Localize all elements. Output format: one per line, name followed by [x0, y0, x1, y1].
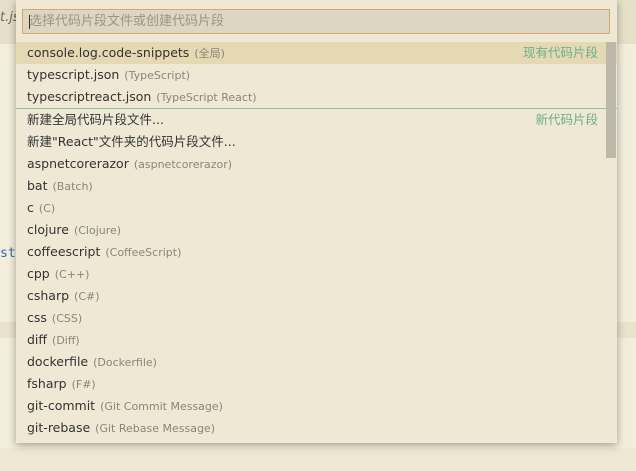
list-item-label: diff: [27, 332, 48, 347]
list-item[interactable]: coffeescript (CoffeeScript): [16, 241, 617, 263]
editor-bottom-band: [0, 448, 636, 471]
list-item-description: (TypeScript): [124, 69, 191, 82]
list-item-label: fsharp: [27, 376, 67, 391]
list-item[interactable]: bat (Batch): [16, 175, 617, 197]
list-item-description: (F#): [71, 378, 96, 391]
list-item-label: coffeescript: [27, 244, 101, 259]
list-item[interactable]: aspnetcorerazor (aspnetcorerazor): [16, 153, 617, 175]
list-item-description: (CoffeeScript): [105, 246, 182, 259]
list-item-label: bat: [27, 178, 48, 193]
list-item-label: 新建"React"文件夹的代码片段文件...: [27, 134, 236, 149]
list-item[interactable]: 新建全局代码片段文件... 新代码片段: [16, 108, 617, 131]
editor-code-fragment: st: [0, 246, 16, 261]
list-item-description: (Git Rebase Message): [95, 422, 215, 435]
list-item[interactable]: console.log.code-snippets (全局) 现有代码片段: [16, 42, 617, 64]
list-item-label: dockerfile: [27, 354, 89, 369]
list-item-description: (Git Commit Message): [100, 400, 223, 413]
list-item[interactable]: dockerfile (Dockerfile): [16, 351, 617, 373]
list-item-label: c: [27, 200, 34, 215]
list-item-label: clojure: [27, 222, 69, 237]
list-item-description: (C): [38, 202, 56, 215]
list-item-label: aspnetcorerazor: [27, 156, 129, 171]
list-group-label: 新代码片段: [535, 112, 598, 127]
list-item-label: typescriptreact.json: [27, 89, 152, 104]
list-scrollbar-thumb[interactable]: [606, 42, 616, 158]
list-item[interactable]: css (CSS): [16, 307, 617, 329]
list-item-description: (Clojure): [73, 224, 122, 237]
list-item-label: csharp: [27, 288, 70, 303]
list-item-description: (aspnetcorerazor): [133, 158, 233, 171]
quick-pick-input[interactable]: [23, 10, 609, 33]
list-item-label: 新建全局代码片段文件...: [27, 112, 164, 127]
list-item[interactable]: fsharp (F#): [16, 373, 617, 395]
list-item[interactable]: cpp (C++): [16, 263, 617, 285]
list-item-description: (C#): [74, 290, 100, 303]
quick-pick-list: console.log.code-snippets (全局) 现有代码片段 types…: [16, 42, 617, 439]
list-item-label: css: [27, 310, 47, 325]
list-item[interactable]: git-rebase (Git Rebase Message): [16, 417, 617, 439]
list-item-label: console.log.code-snippets: [27, 45, 190, 60]
list-item[interactable]: typescriptreact.json (TypeScript React): [16, 86, 617, 108]
list-item[interactable]: git-commit (Git Commit Message): [16, 395, 617, 417]
text-caret: [29, 15, 30, 29]
list-item[interactable]: typescript.json (TypeScript): [16, 64, 617, 86]
list-item[interactable]: 新建"React"文件夹的代码片段文件...: [16, 131, 617, 153]
list-item[interactable]: diff (Diff): [16, 329, 617, 351]
snippet-quick-pick: console.log.code-snippets (全局) 现有代码片段 types…: [16, 0, 617, 443]
list-item[interactable]: c (C): [16, 197, 617, 219]
list-item-label: cpp: [27, 266, 50, 281]
list-item-label: git-rebase: [27, 420, 91, 435]
list-item-description: (TypeScript React): [156, 91, 257, 104]
list-item-label: git-commit: [27, 398, 96, 413]
list-item-description: (Dockerfile): [93, 356, 157, 369]
list-group-label: 现有代码片段: [522, 45, 598, 60]
quick-pick-input-box[interactable]: [22, 9, 610, 34]
list-item-label: typescript.json: [27, 67, 120, 82]
list-item-description: (C++): [54, 268, 90, 281]
list-item[interactable]: csharp (C#): [16, 285, 617, 307]
list-item-description: (全局): [194, 47, 225, 60]
list-item-description: (CSS): [51, 312, 83, 325]
list-item-description: (Batch): [52, 180, 93, 193]
list-item-description: (Diff): [52, 334, 80, 347]
list-item[interactable]: clojure (Clojure): [16, 219, 617, 241]
